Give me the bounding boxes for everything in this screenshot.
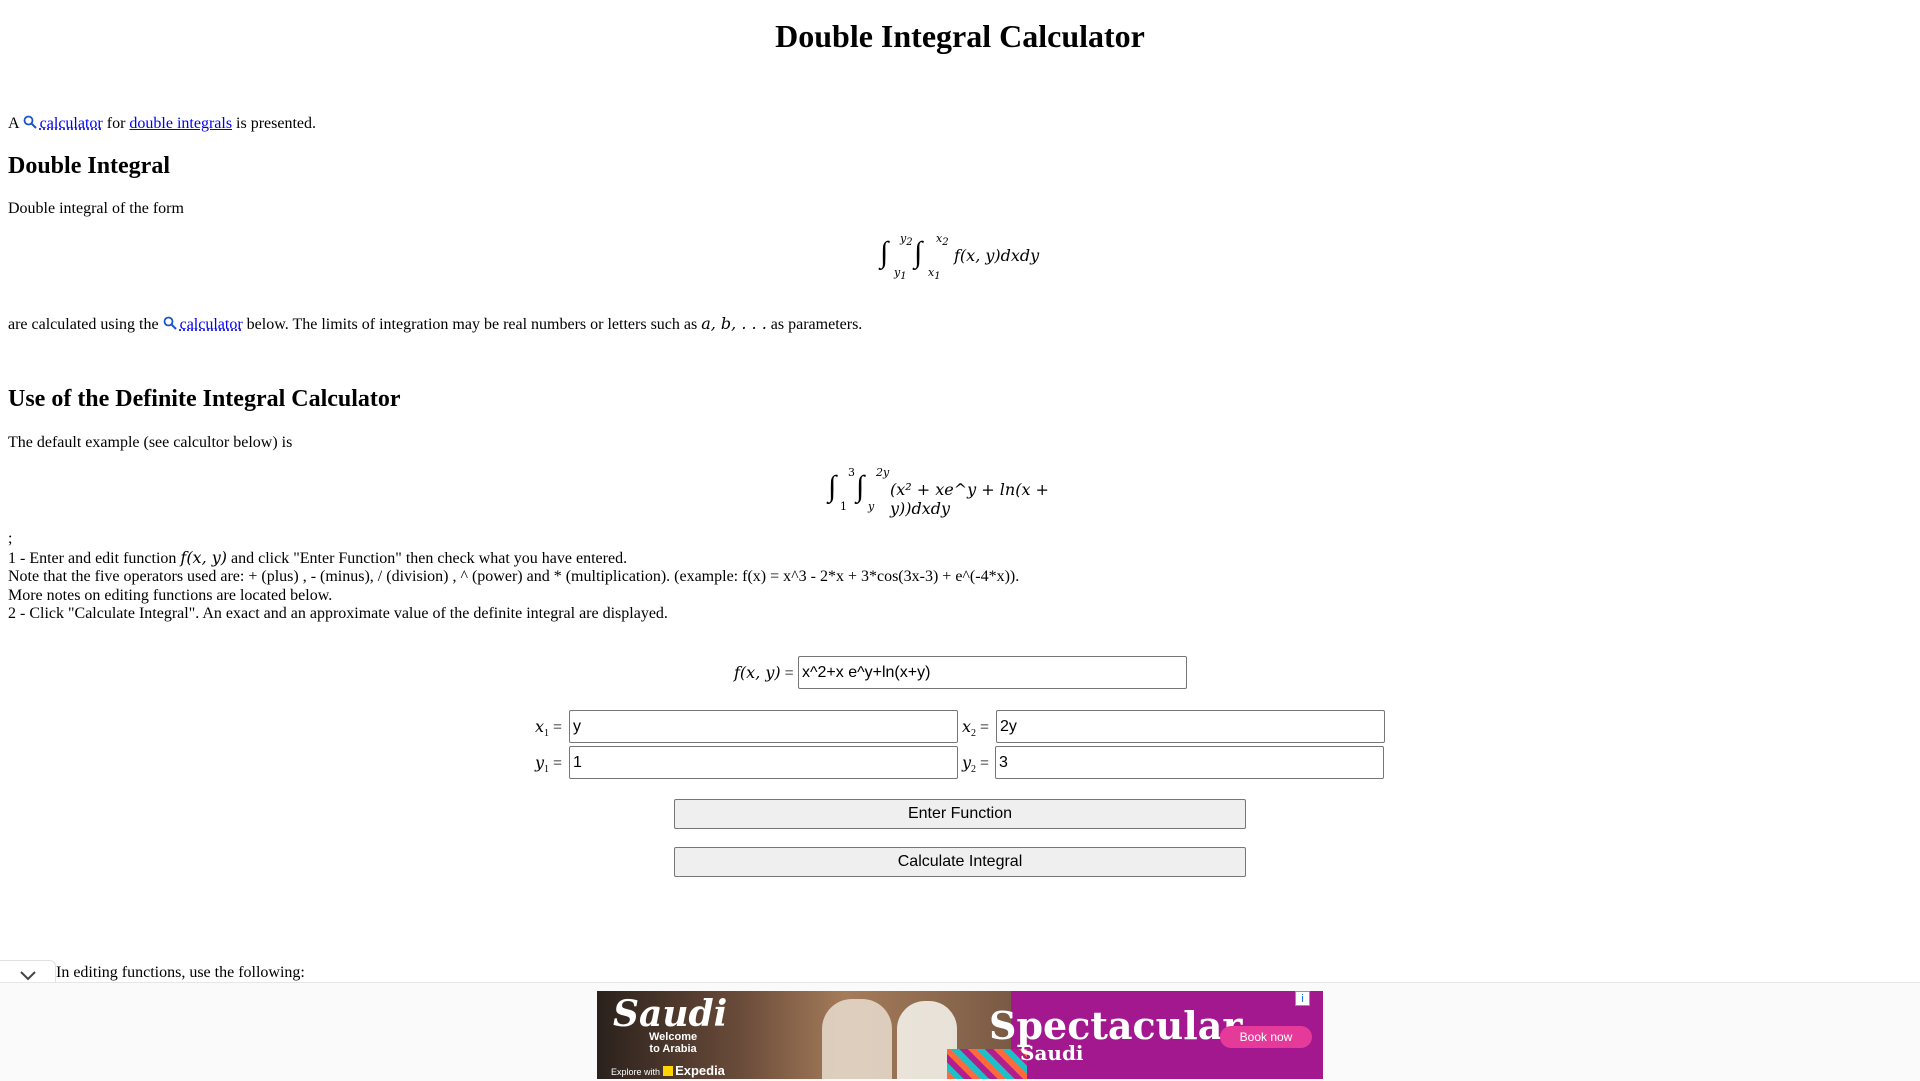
search-icon [163, 316, 177, 330]
fxy-label: f(x, y) = [734, 663, 794, 682]
calculate-integral-button[interactable]: Calculate Integral [674, 847, 1246, 877]
ad-sub: Saudi [1020, 1041, 1084, 1065]
ad-info-icon[interactable]: i [1295, 991, 1310, 1006]
page-title: Double Integral Calculator [775, 18, 1145, 54]
advertisement-banner[interactable]: Saudi Welcome to Arabia Explore with Expe… [597, 991, 1323, 1079]
formula-upper-x: x2 [936, 232, 949, 249]
example-integral-formula: ∫ 3 1 ∫ 2y y (x² + xe^y + ln(x + y))dxdy [828, 466, 1098, 518]
integral-sign-outer: ∫ [828, 470, 837, 503]
integral-sign-inner: ∫ [856, 470, 865, 503]
step-1: 1 - Enter and edit function f(x, y) and … [8, 547, 1019, 569]
params-suffix: as parameters. [770, 316, 863, 333]
function-input[interactable] [798, 656, 1187, 689]
chevron-down-icon [20, 971, 36, 981]
ad-book-now-button[interactable]: Book now [1220, 1026, 1312, 1048]
form-text: Double integral of the form [8, 200, 184, 217]
integral-sign-outer: ∫ [880, 236, 889, 269]
section-heading-double-integral: Double Integral [8, 153, 170, 179]
formula-lower-y: y1 [894, 266, 907, 283]
ad-explore: Explore with Expedia [611, 1063, 725, 1078]
calculated-using-line: are calculated using the calculator belo… [8, 314, 862, 334]
section-heading-use: Use of the Definite Integral Calculator [8, 386, 401, 412]
calc-suffix: below. The limits of integration may be … [246, 316, 698, 333]
step-1-prefix: 1 - Enter and edit function [8, 549, 177, 567]
y2-input[interactable] [995, 746, 1384, 779]
calculator-link[interactable]: calculator [40, 115, 103, 132]
integral-sign-inner: ∫ [914, 236, 923, 269]
double-integrals-link[interactable]: double integrals [129, 115, 232, 132]
ad-brand: Saudi [613, 993, 728, 1035]
intro-for: for [106, 115, 126, 132]
editing-functions-text: In editing functions, use the following: [56, 964, 305, 981]
y1-label: y1 = [535, 753, 563, 776]
ad-welcome: Welcome to Arabia [649, 1031, 698, 1055]
expedia-logo-icon [662, 1066, 673, 1076]
example-integrand: (x² + xe^y + ln(x + y))dxdy [890, 480, 1049, 518]
more-notes: More notes on editing functions are loca… [8, 586, 333, 604]
x1-input[interactable] [569, 710, 958, 743]
semicolon: ; [8, 530, 13, 547]
formula-integrand: f(x, y)dxdy [954, 246, 1040, 265]
step-2: 2 - Click "Calculate Integral". An exact… [8, 605, 668, 622]
example-upper-y: 3 [848, 466, 855, 479]
operators-note: Note that the five operators used are: +… [8, 568, 1020, 585]
default-example-text: The default example (see calcultor below… [8, 434, 293, 451]
ad-person-1 [822, 999, 892, 1079]
x1-label: x1 = [535, 717, 563, 740]
intro-prefix: A [8, 115, 19, 132]
double-integral-formula: ∫ y2 y1 ∫ x2 x1 f(x, y)dxdy [880, 232, 1060, 282]
instructions: ; 1 - Enter and edit function f(x, y) an… [8, 530, 1019, 624]
y1-input[interactable] [569, 746, 958, 779]
intro-line: A calculator for double integrals is pre… [8, 115, 316, 133]
example-lower-y: 1 [840, 500, 847, 513]
y2-label: y2 = [962, 753, 990, 776]
ad-pattern [947, 1049, 1027, 1079]
step-1-function: f(x, y) [180, 547, 228, 567]
x2-label: x2 = [962, 717, 990, 740]
enter-function-button[interactable]: Enter Function [674, 799, 1246, 829]
calculator-link-2[interactable]: calculator [180, 316, 243, 333]
intro-suffix: is presented. [236, 115, 317, 132]
formula-lower-x: x1 [928, 266, 941, 283]
x2-input[interactable] [996, 710, 1385, 743]
example-upper-x: 2y [876, 466, 890, 479]
example-lower-x: y [868, 500, 875, 513]
search-icon [23, 115, 37, 129]
step-1-suffix: and click "Enter Function" then check wh… [231, 549, 628, 567]
calc-prefix: are calculated using the [8, 316, 159, 333]
formula-upper-y: y2 [900, 232, 913, 249]
params-math: a, b, . . . [701, 314, 767, 333]
